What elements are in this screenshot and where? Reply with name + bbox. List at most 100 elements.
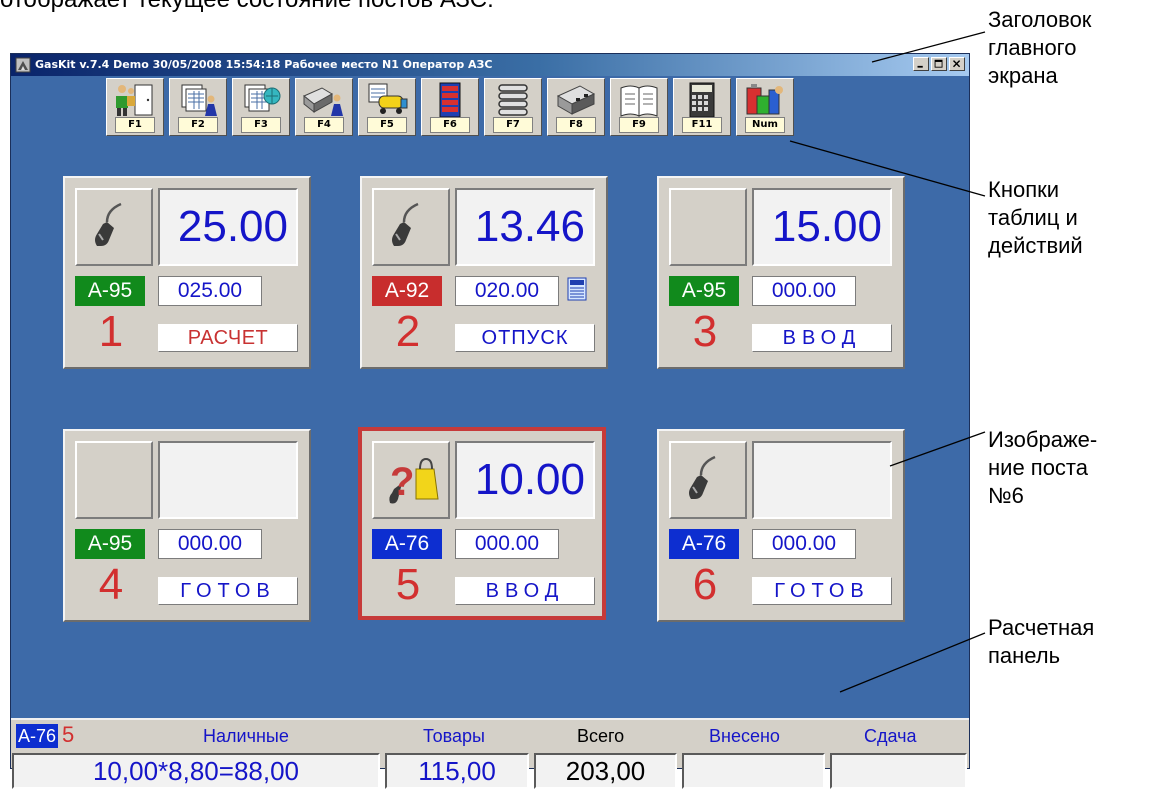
tank-truck-icon (368, 83, 408, 114)
toolbar-button-f6[interactable]: F6 (421, 78, 479, 136)
key-label: F7 (493, 117, 533, 133)
nozzle-button[interactable] (75, 188, 153, 266)
fuel-grade-badge: А-95 (75, 276, 145, 306)
terminal-indicator (567, 277, 587, 303)
minimize-button[interactable] (913, 57, 929, 71)
maximize-icon (934, 59, 943, 68)
total-label: Всего (577, 726, 625, 746)
change-field (830, 753, 967, 789)
post-state-button[interactable]: РАСЧЕТ (158, 324, 298, 352)
post-state-button[interactable]: ОТПУСК (455, 324, 595, 352)
panel-fuel-badge: А-76 (16, 724, 58, 748)
gaskit-app-icon[interactable] (15, 57, 31, 73)
counters-icon (439, 82, 461, 118)
goods-label: Товары (423, 726, 485, 746)
volume-display: 000.00 (752, 529, 856, 559)
post-state-button[interactable]: ГОТОВ (752, 577, 892, 605)
calculation-panel: А-76 5 Наличные Товары Всего Внесено Сда… (11, 718, 969, 789)
post-state-button[interactable]: ГОТОВ (158, 577, 298, 605)
dispenser-icon (556, 85, 596, 115)
fuel-grade-badge: А-92 (372, 276, 442, 306)
post-5[interactable]: ? 10.00 А-76 000.00 5 ВВОД (358, 427, 606, 620)
volume-display: 025.00 (158, 276, 262, 306)
fuel-grade-badge: А-76 (669, 529, 739, 559)
nozzle-button[interactable] (372, 188, 450, 266)
title-bar: GasKit v.7.4 Demo 30/05/2008 15:54:18 Ра… (11, 54, 969, 76)
annotation-buttons: Кнопки таблиц и действий (988, 177, 1083, 258)
amount-display (158, 441, 298, 519)
panel-post-number: 5 (62, 722, 75, 747)
maximize-button[interactable] (931, 57, 947, 71)
toolbar-button-f9[interactable]: F9 (610, 78, 668, 136)
svg-text:?: ? (390, 460, 414, 504)
post-1[interactable]: 25.00 А-95 025.00 1 РАСЧЕТ (63, 176, 311, 369)
operator-door-icon (116, 84, 153, 116)
key-label: Num (745, 117, 785, 133)
volume-display: 000.00 (752, 276, 856, 306)
total-field: 203,00 (534, 753, 677, 789)
amount-display: 10.00 (455, 441, 595, 519)
post-3[interactable]: 15.00 А-95 000.00 3 ВВОД (657, 176, 905, 369)
toolbar-button-f1[interactable]: F1 (106, 78, 164, 136)
post-state-button[interactable]: ВВОД (455, 577, 595, 605)
change-label: Сдача (864, 726, 917, 746)
tables-globe-icon (244, 84, 281, 112)
volume-display: 000.00 (158, 529, 262, 559)
key-label: F9 (619, 117, 659, 133)
nozzle-button[interactable] (669, 441, 747, 519)
minimize-icon (917, 65, 923, 68)
close-button[interactable] (949, 57, 965, 71)
nozzle-button[interactable]: ? (372, 441, 450, 519)
fuel-grade-badge: А-76 (372, 529, 442, 559)
toolbar-button-f7[interactable]: F7 (484, 78, 542, 136)
fuel-nozzle-icon (392, 202, 419, 246)
post-2[interactable]: 13.46 А-92 020.00 2 ОТПУСК (360, 176, 608, 369)
cash-field[interactable]: 10,00*8,80=88,00 (12, 753, 380, 789)
unknown-nozzle-icon: ? (389, 457, 439, 504)
goods-field[interactable]: 115,00 (385, 753, 529, 789)
annotation-title: Заголовок главного экрана (988, 7, 1092, 88)
amount-display: 25.00 (158, 188, 298, 266)
key-label: F11 (682, 117, 722, 133)
key-label: F3 (241, 117, 281, 133)
fuel-nozzle-icon (689, 455, 716, 499)
key-label: F2 (178, 117, 218, 133)
fuel-grade-badge: А-95 (75, 529, 145, 559)
volume-display: 000.00 (455, 529, 559, 559)
paid-field[interactable] (682, 753, 825, 789)
post-number: 3 (692, 307, 718, 356)
toolbar-button-f5[interactable]: F5 (358, 78, 416, 136)
goods-icon (746, 84, 783, 115)
volume-display: 020.00 (455, 276, 559, 306)
paid-label: Внесено (709, 726, 780, 746)
amount-display (752, 441, 892, 519)
toolbar-button-f3[interactable]: F3 (232, 78, 290, 136)
post-number: 6 (692, 560, 718, 609)
annotation-post6: Изображе-ние поста №6 (988, 427, 1098, 508)
close-icon (953, 60, 961, 68)
toolbar-button-num[interactable]: Num (736, 78, 794, 136)
terminal-icon (567, 277, 587, 301)
key-label: F1 (115, 117, 155, 133)
post-6[interactable]: А-76 000.00 6 ГОТОВ (657, 429, 905, 622)
toolbar-button-f4[interactable]: F4 (295, 78, 353, 136)
annotation-panel: Расчетная панель (988, 615, 1095, 668)
fuel-nozzle-icon (95, 202, 122, 246)
nozzle-button[interactable] (75, 441, 153, 519)
post-number: 1 (98, 307, 124, 356)
post-state-button[interactable]: ВВОД (752, 324, 892, 352)
cash-label: Наличные (203, 726, 289, 746)
toolbar-button-f2[interactable]: F2 (169, 78, 227, 136)
nozzle-button[interactable] (669, 188, 747, 266)
key-label: F4 (304, 117, 344, 133)
toolbar-button-f11[interactable]: F11 (673, 78, 731, 136)
post-number: 5 (395, 560, 421, 609)
key-label: F8 (556, 117, 596, 133)
post-4[interactable]: А-95 000.00 4 ГОТОВ (63, 429, 311, 622)
amount-display: 15.00 (752, 188, 892, 266)
book-icon (620, 85, 658, 117)
window-title: GasKit v.7.4 Demo 30/05/2008 15:54:18 Ра… (35, 58, 493, 71)
post-number: 4 (98, 560, 124, 609)
list-icon (498, 84, 528, 116)
toolbar-button-f8[interactable]: F8 (547, 78, 605, 136)
